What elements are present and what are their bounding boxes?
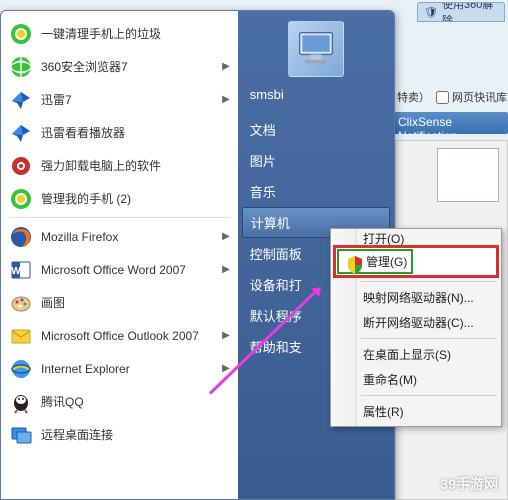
ie-icon <box>9 357 33 381</box>
program-item[interactable]: 腾讯QQ <box>1 385 238 418</box>
context-menu-item[interactable]: 断开网络驱动器(C)... <box>333 310 499 335</box>
context-menu-label: 重命名(M) <box>363 371 417 388</box>
program-label: 360安全浏览器7 <box>41 58 222 75</box>
places-item[interactable]: 图片 <box>238 145 394 176</box>
shield-icon <box>343 253 361 271</box>
program-item[interactable]: 360安全浏览器7▶ <box>1 50 238 83</box>
program-item[interactable]: 一键清理手机上的垃圾 <box>1 17 238 50</box>
program-label: Microsoft Office Outlook 2007 <box>41 329 222 343</box>
context-menu-item[interactable]: 打开(O) <box>333 231 499 245</box>
context-menu-label: 在桌面上显示(S) <box>363 346 451 363</box>
program-label: Mozilla Firefox <box>41 230 222 244</box>
program-item[interactable]: Microsoft Office Outlook 2007▶ <box>1 319 238 352</box>
start-menu-programs-panel: 一键清理手机上的垃圾360安全浏览器7▶迅雷7▶迅雷看看播放器强力卸载电脑上的软… <box>1 11 238 499</box>
context-menu-item-highlighted[interactable]: 管理(G) <box>333 245 499 278</box>
divider <box>9 217 230 218</box>
context-menu-item[interactable]: 在桌面上显示(S) <box>333 342 499 367</box>
notification-bar[interactable]: ClixSense Notification <box>390 112 508 134</box>
monitor-icon <box>294 29 338 69</box>
context-menu-item[interactable]: 重命名(M) <box>333 367 499 392</box>
submenu-arrow-icon: ▶ <box>222 231 230 242</box>
program-label: 管理我的手机 (2) <box>41 190 230 207</box>
program-label: 强力卸载电脑上的软件 <box>41 157 230 174</box>
word-icon: W <box>9 258 33 282</box>
context-menu-label: 管理(G) <box>366 253 407 270</box>
program-item[interactable]: 强力卸载电脑上的软件 <box>1 149 238 182</box>
rdp-icon <box>9 423 33 447</box>
globe-green-icon <box>9 55 33 79</box>
bird-blue-icon <box>9 88 33 112</box>
outlook-icon <box>9 324 33 348</box>
places-item[interactable]: 音乐 <box>238 176 394 207</box>
context-menu-label: 打开(O) <box>363 231 404 245</box>
program-item[interactable]: 远程桌面连接 <box>1 418 238 451</box>
watermark: 39手游网 <box>440 474 498 494</box>
context-menu-separator <box>361 338 497 339</box>
bird-blue-icon <box>9 121 33 145</box>
program-item[interactable]: 画图 <box>1 286 238 319</box>
program-label: 画图 <box>41 294 230 311</box>
program-item[interactable]: W Microsoft Office Word 2007▶ <box>1 253 238 286</box>
context-menu-label: 映射网络驱动器(N)... <box>363 289 474 306</box>
context-menu-item[interactable]: 属性(R) <box>333 399 499 424</box>
context-menu-item[interactable]: 映射网络驱动器(N)... <box>333 285 499 310</box>
program-item[interactable]: Internet Explorer▶ <box>1 352 238 385</box>
program-label: Microsoft Office Word 2007 <box>41 263 222 277</box>
circle-green-icon <box>9 187 33 211</box>
program-item[interactable]: 迅雷看看播放器 <box>1 116 238 149</box>
program-label: 腾讯QQ <box>41 393 230 410</box>
context-menu-item-inner[interactable]: 管理(G) <box>337 249 413 274</box>
program-label: Internet Explorer <box>41 362 222 376</box>
circle-green-icon <box>9 22 33 46</box>
context-menu-label: 属性(R) <box>363 403 404 420</box>
context-menu-separator <box>361 395 497 396</box>
program-label: 远程桌面连接 <box>41 426 230 443</box>
submenu-arrow-icon: ▶ <box>222 264 230 275</box>
context-menu-label: 断开网络驱动器(C)... <box>363 314 474 331</box>
program-item[interactable]: 迅雷7▶ <box>1 83 238 116</box>
username-label: smsbi <box>238 87 284 102</box>
quicklinks-checkbox[interactable]: 网页快讯库 <box>436 89 507 105</box>
user-avatar[interactable] <box>288 21 344 77</box>
submenu-arrow-icon: ▶ <box>222 330 230 341</box>
checkbox-input[interactable] <box>436 91 449 104</box>
toolbar-text: 特卖） <box>397 89 430 105</box>
submenu-arrow-icon: ▶ <box>222 61 230 72</box>
shield-icon: 🛡 <box>424 6 438 19</box>
paint-icon <box>9 291 33 315</box>
svg-text:W: W <box>11 266 21 277</box>
places-item[interactable]: 文档 <box>238 114 394 145</box>
submenu-arrow-icon: ▶ <box>222 94 230 105</box>
firefox-icon <box>9 225 33 249</box>
program-item[interactable]: 管理我的手机 (2) <box>1 182 238 215</box>
qq-icon <box>9 390 33 414</box>
browser-tab[interactable]: 🛡 使用360解除 <box>417 2 505 22</box>
thumbnail <box>437 148 499 202</box>
context-menu-separator <box>361 281 497 282</box>
toolbar-row: 特卖） 网页快讯库 <box>395 86 508 108</box>
program-label: 迅雷7 <box>41 91 222 108</box>
computer-context-menu: 打开(O) 管理(G) 映射网络驱动器(N)... 断开网络驱动器(C)... 在桌面上… <box>330 228 502 427</box>
checkbox-label: 网页快讯库 <box>452 89 507 105</box>
gear-red-icon <box>9 154 33 178</box>
program-item[interactable]: Mozilla Firefox▶ <box>1 220 238 253</box>
program-label: 迅雷看看播放器 <box>41 124 230 141</box>
tab-label: 使用360解除 <box>442 2 498 22</box>
program-label: 一键清理手机上的垃圾 <box>41 25 230 42</box>
